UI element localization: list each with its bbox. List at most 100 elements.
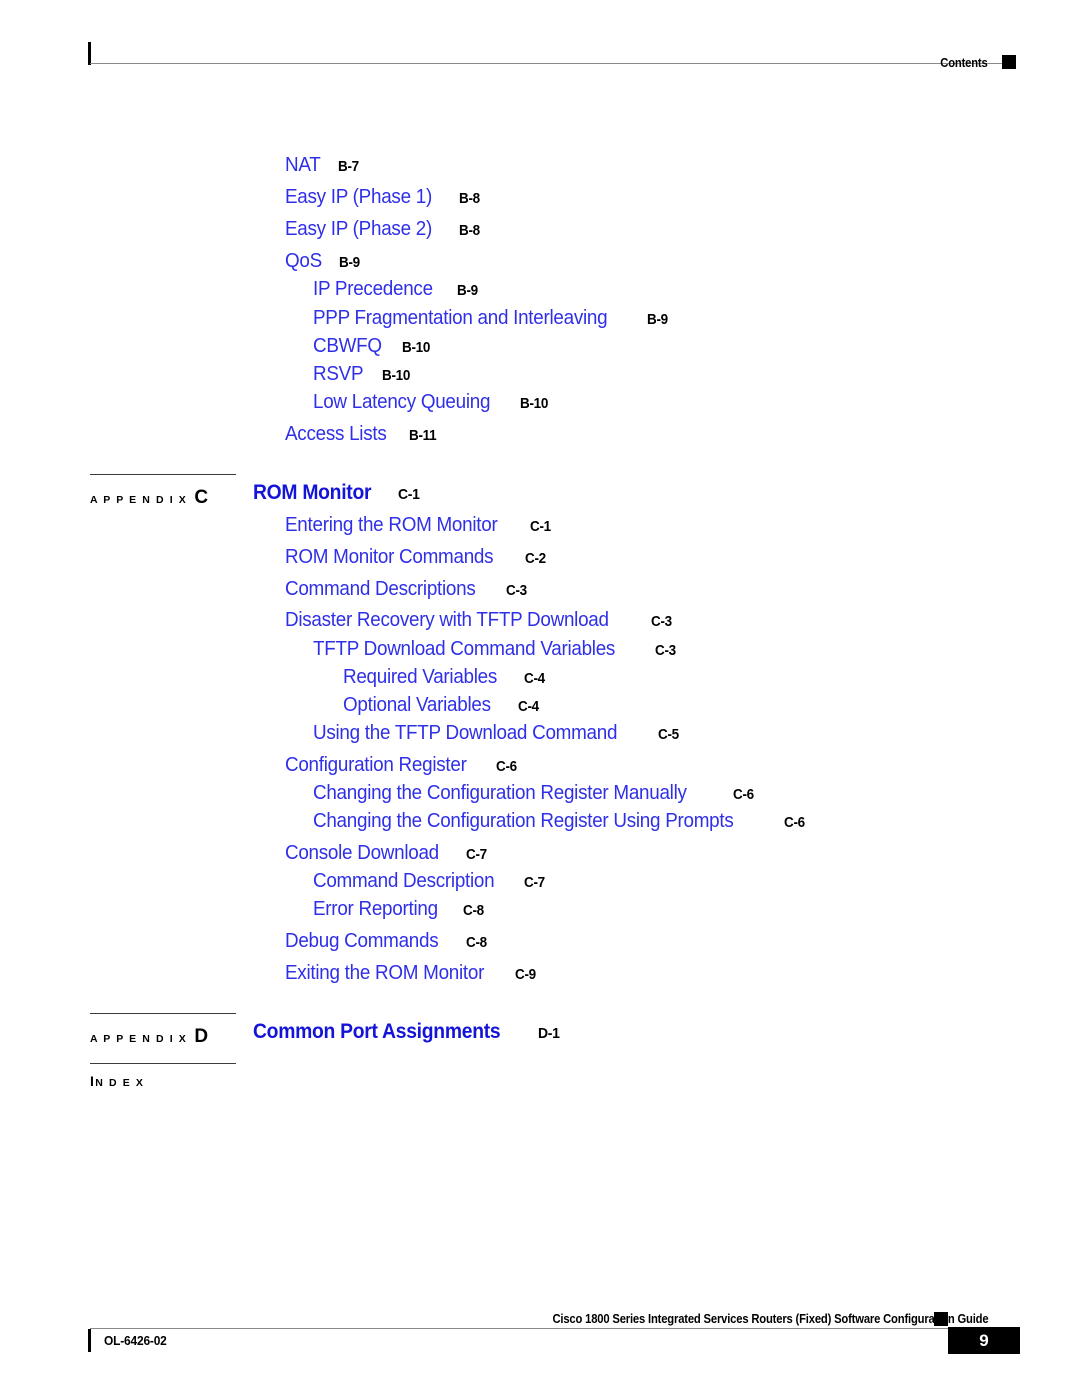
toc-entry[interactable]: IP Precedence B-9 (313, 278, 480, 300)
appendix-marker-label: A P P E N D I XC (90, 487, 208, 509)
toc-entry[interactable]: Debug Commands C-8 (285, 930, 488, 952)
toc-entry-page: C-6 (784, 815, 805, 831)
toc-entry-title[interactable]: Console Download (285, 842, 439, 864)
toc-entry-page: C-9 (515, 967, 537, 983)
header-rule (90, 63, 1002, 64)
appendix-word: A P P E N D I X (90, 1033, 188, 1045)
toc-entry[interactable]: Command Description C-7 (313, 870, 547, 892)
toc-entry-title[interactable]: Easy IP (Phase 1) (285, 186, 432, 208)
toc-entry-page: B-9 (457, 283, 479, 299)
toc-entry-title[interactable]: Command Descriptions (285, 578, 476, 600)
page-number-text: 9 (979, 1331, 989, 1350)
toc-entry[interactable]: Error Reporting C-8 (313, 898, 485, 920)
toc-entry-page: C-8 (465, 935, 487, 951)
toc-entry-page: C-3 (650, 614, 672, 630)
toc-entry-page: B-7 (337, 159, 359, 175)
toc-entry-title[interactable]: Using the TFTP Download Command (313, 722, 617, 744)
toc-entry-title[interactable]: Exiting the ROM Monitor (285, 962, 484, 984)
toc-entry-page: B-10 (519, 396, 548, 412)
appendix-marker-rule (90, 1013, 236, 1014)
toc-entry-page: C-7 (466, 847, 488, 863)
toc-entry[interactable]: Access Lists B-11 (285, 423, 439, 445)
toc-entry[interactable]: Optional Variables C-4 (343, 694, 540, 716)
toc-entry[interactable]: TFTP Download Command Variables C-3 (313, 638, 678, 660)
square-marker-icon (1002, 55, 1016, 69)
toc-entry[interactable]: Using the TFTP Download Command C-5 (313, 722, 680, 744)
index-rest-letters: N D E X (95, 1077, 145, 1089)
appendix-letter: D (194, 1026, 209, 1047)
toc-entry-title[interactable]: PPP Fragmentation and Interleaving (313, 307, 608, 329)
toc-entry-title[interactable]: Configuration Register (285, 754, 467, 776)
toc-appendix-title[interactable]: ROM Monitor (253, 482, 372, 503)
document-id: OL-6426-02 (104, 1333, 167, 1348)
toc-entry[interactable]: Easy IP (Phase 2) B-8 (285, 218, 481, 240)
toc-entry-page: C-8 (462, 903, 484, 919)
toc-entry-page: B-10 (401, 340, 430, 356)
toc-entry-page: C-4 (517, 699, 539, 715)
toc-entry[interactable]: Command Descriptions C-3 (285, 578, 529, 600)
toc-entry-title[interactable]: Command Description (313, 870, 495, 892)
toc-entry-title[interactable]: ROM Monitor Commands (285, 546, 494, 568)
toc-entry-title[interactable]: Low Latency Queuing (313, 391, 490, 413)
toc-entry-page: C-3 (655, 643, 677, 659)
toc-entry-title[interactable]: Required Variables (343, 666, 497, 688)
footer-guide-title: Cisco 1800 Series Integrated Services Ro… (552, 1312, 988, 1326)
toc-entry-title[interactable]: Access Lists (285, 423, 387, 445)
appendix-word: A P P E N D I X (90, 494, 188, 506)
index-marker-rule (90, 1063, 236, 1064)
toc-entry[interactable]: NAT B-7 (285, 154, 360, 176)
toc-entry-title[interactable]: Easy IP (Phase 2) (285, 218, 432, 240)
toc-entry[interactable]: Required Variables C-4 (343, 666, 547, 688)
toc-entry[interactable]: Disaster Recovery with TFTP Download C-3 (285, 609, 673, 631)
toc-entry-page: B-9 (339, 255, 361, 271)
toc-entry-page: B-8 (458, 191, 480, 207)
toc-entry-page: C-1 (529, 519, 551, 535)
toc-appendix-title[interactable]: Common Port Assignments (253, 1021, 501, 1042)
toc-appendix-page: C-1 (397, 486, 420, 503)
toc-entry[interactable]: Exiting the ROM Monitor C-9 (285, 962, 538, 984)
toc-entry-title[interactable]: QoS (285, 250, 322, 272)
toc-entry-title[interactable]: RSVP (313, 363, 364, 385)
toc-entry[interactable]: Configuration Register C-6 (285, 754, 519, 776)
toc-entry-page: C-4 (524, 671, 546, 687)
toc-entry-title[interactable]: IP Precedence (313, 278, 433, 300)
toc-entry-title[interactable]: Debug Commands (285, 930, 439, 952)
footer-rule (90, 1328, 948, 1329)
appendix-marker-label: A P P E N D I XD (90, 1026, 208, 1048)
page-footer: Cisco 1800 Series Integrated Services Ro… (0, 1290, 1080, 1397)
toc-entry[interactable]: Low Latency Queuing B-10 (313, 391, 550, 413)
toc-entry-page: B-8 (458, 223, 480, 239)
toc-entry[interactable]: Changing the Configuration Register Usin… (313, 810, 807, 832)
page-header: Contents (0, 0, 1080, 90)
toc-entry-title[interactable]: Changing the Configuration Register Usin… (313, 810, 734, 832)
footer-left-tick (88, 1329, 91, 1352)
toc-entry-title[interactable]: CBWFQ (313, 335, 382, 357)
toc-entry[interactable]: Console Download C-7 (285, 842, 489, 864)
toc-appendix-heading[interactable]: ROM Monitor C-1 (253, 482, 421, 503)
header-left-tick (88, 42, 91, 65)
toc-entry[interactable]: QoS B-9 (285, 250, 362, 272)
toc-entry[interactable]: Changing the Configuration Register Manu… (313, 782, 756, 804)
toc-entry-title[interactable]: Changing the Configuration Register Manu… (313, 782, 687, 804)
toc-appendix-heading[interactable]: Common Port Assignments D-1 (253, 1021, 561, 1042)
toc-entry-page: C-3 (506, 583, 527, 599)
toc-entry[interactable]: Easy IP (Phase 1) B-8 (285, 186, 481, 208)
toc-entry[interactable]: RSVP B-10 (313, 363, 412, 385)
toc-entry[interactable]: CBWFQ B-10 (313, 335, 432, 357)
header-title: Contents (940, 56, 988, 70)
toc-entry-page: C-6 (733, 787, 755, 803)
toc-entry-title[interactable]: TFTP Download Command Variables (313, 638, 615, 660)
toc-entry[interactable]: PPP Fragmentation and Interleaving B-9 (313, 307, 669, 329)
toc-entry-title[interactable]: Error Reporting (313, 898, 438, 920)
toc-entry[interactable]: ROM Monitor Commands C-2 (285, 546, 548, 568)
toc-entry-page: C-7 (524, 875, 546, 891)
toc-entry-page: B-11 (409, 428, 437, 444)
toc-entry-title[interactable]: Entering the ROM Monitor (285, 514, 498, 536)
toc-entry-page: C-5 (657, 727, 679, 743)
toc-entry[interactable]: Entering the ROM Monitor C-1 (285, 514, 552, 536)
toc-entry-title[interactable]: NAT (285, 154, 321, 176)
index-marker-label[interactable]: IN D E X (90, 1073, 144, 1091)
toc-entry-title[interactable]: Optional Variables (343, 694, 491, 716)
square-marker-icon (934, 1312, 948, 1326)
toc-entry-title[interactable]: Disaster Recovery with TFTP Download (285, 609, 609, 631)
